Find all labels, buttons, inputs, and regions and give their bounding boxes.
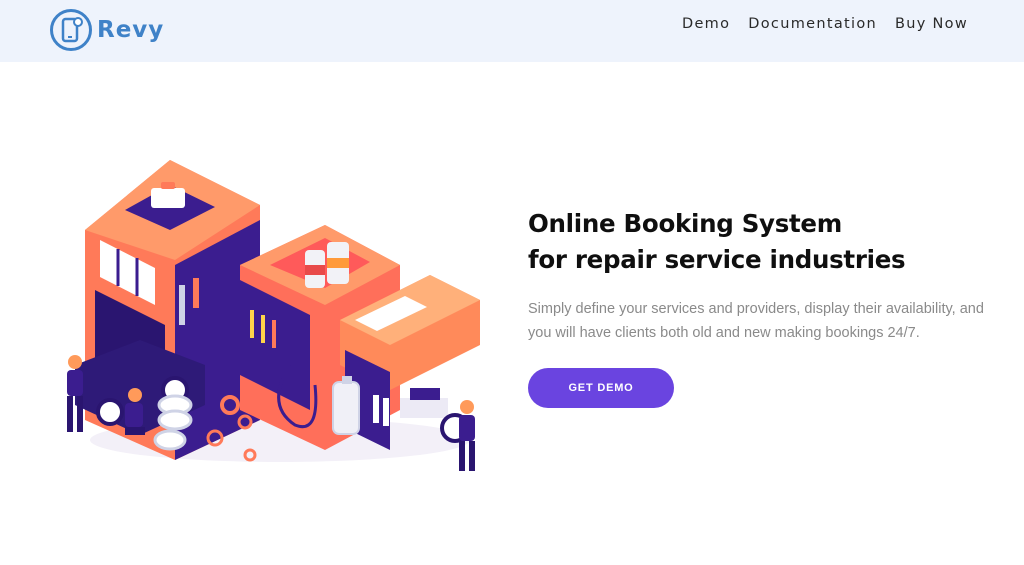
phone-gear-logo-icon xyxy=(50,9,92,51)
top-navigation-bar: Revy Demo Documentation Buy Now xyxy=(0,0,1024,62)
repair-shop-illustration xyxy=(67,160,480,471)
hero-headline: Online Booking System for repair service… xyxy=(528,206,906,278)
get-demo-button[interactable]: GET DEMO xyxy=(528,368,674,408)
brand-logo[interactable]: Revy xyxy=(49,8,164,52)
nav-link-demo[interactable]: Demo xyxy=(682,16,730,32)
headline-line-2: for repair service industries xyxy=(528,245,906,274)
headline-line-1: Online Booking System xyxy=(528,209,842,238)
nav-link-documentation[interactable]: Documentation xyxy=(748,16,877,32)
hero-description: Simply define your services and provider… xyxy=(528,301,984,341)
main-nav: Demo Documentation Buy Now xyxy=(682,16,968,32)
nav-link-buy-now[interactable]: Buy Now xyxy=(895,16,968,32)
brand-name: Revy xyxy=(97,17,165,43)
